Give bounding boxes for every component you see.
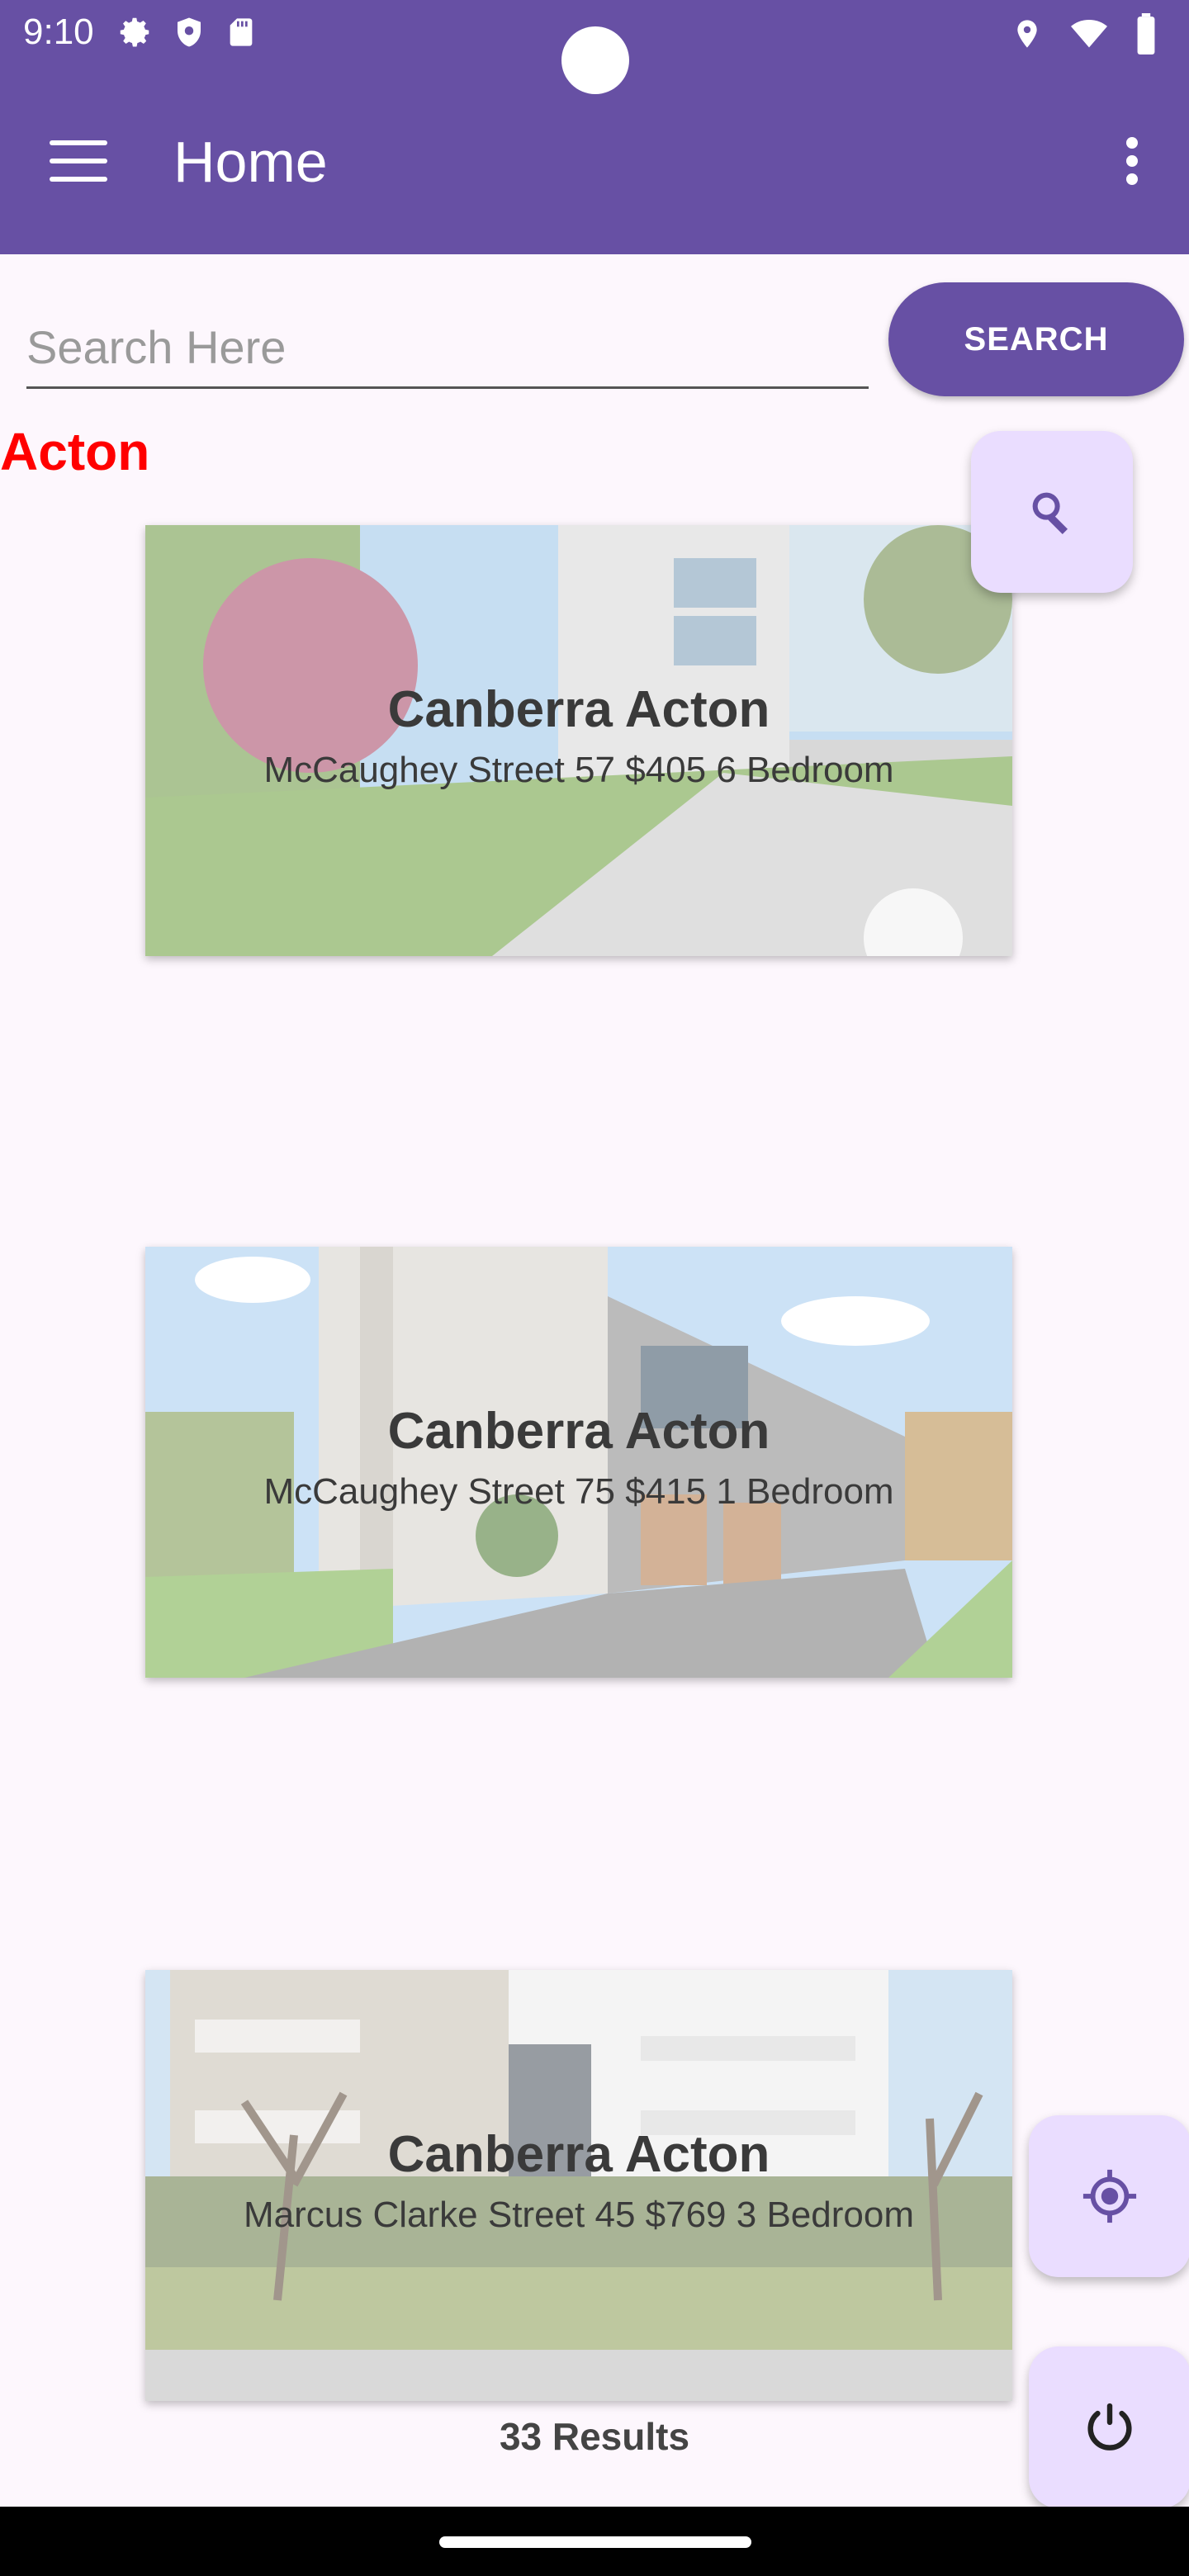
listing-title: Canberra Acton (387, 2126, 770, 2183)
page-title: Home (173, 130, 328, 194)
listing-card[interactable]: Canberra Acton McCaughey Street 57 $405 … (145, 525, 1012, 956)
listing-details: McCaughey Street 57 $405 6 Bedroom (263, 750, 894, 790)
locate-fab[interactable] (1029, 2115, 1189, 2277)
app-bar: 9:10 Home (0, 0, 1189, 254)
battery-icon (1137, 13, 1155, 54)
listing-title: Canberra Acton (387, 681, 770, 738)
listing-details: McCaughey Street 75 $415 1 Bedroom (263, 1471, 894, 1512)
status-time: 9:10 (23, 12, 94, 52)
results-count: 33 Results (499, 2415, 690, 2458)
camera-cutout (561, 26, 629, 94)
more-vertical-icon[interactable] (1126, 137, 1139, 187)
listing-title: Canberra Acton (387, 1403, 770, 1460)
gear-icon (120, 17, 149, 47)
wifi-icon (1071, 19, 1107, 48)
shield-icon (178, 17, 201, 47)
search-input[interactable] (26, 307, 869, 389)
section-heading: Acton (0, 422, 150, 481)
listing-card[interactable]: Canberra Acton McCaughey Street 75 $415 … (145, 1247, 1012, 1678)
sd-card-icon (230, 18, 253, 46)
search-fab[interactable] (971, 431, 1133, 593)
gesture-handle[interactable] (439, 2536, 751, 2548)
location-icon (1017, 20, 1037, 48)
listing-card[interactable]: Canberra Acton Marcus Clarke Street 45 $… (145, 1970, 1012, 2401)
listing-details: Marcus Clarke Street 45 $769 3 Bedroom (244, 2195, 914, 2235)
crosshair-location-icon (1082, 2169, 1137, 2223)
magnifier-icon (1032, 492, 1068, 534)
search-button[interactable]: SEARCH (888, 282, 1184, 396)
hamburger-menu-icon[interactable] (50, 140, 107, 183)
